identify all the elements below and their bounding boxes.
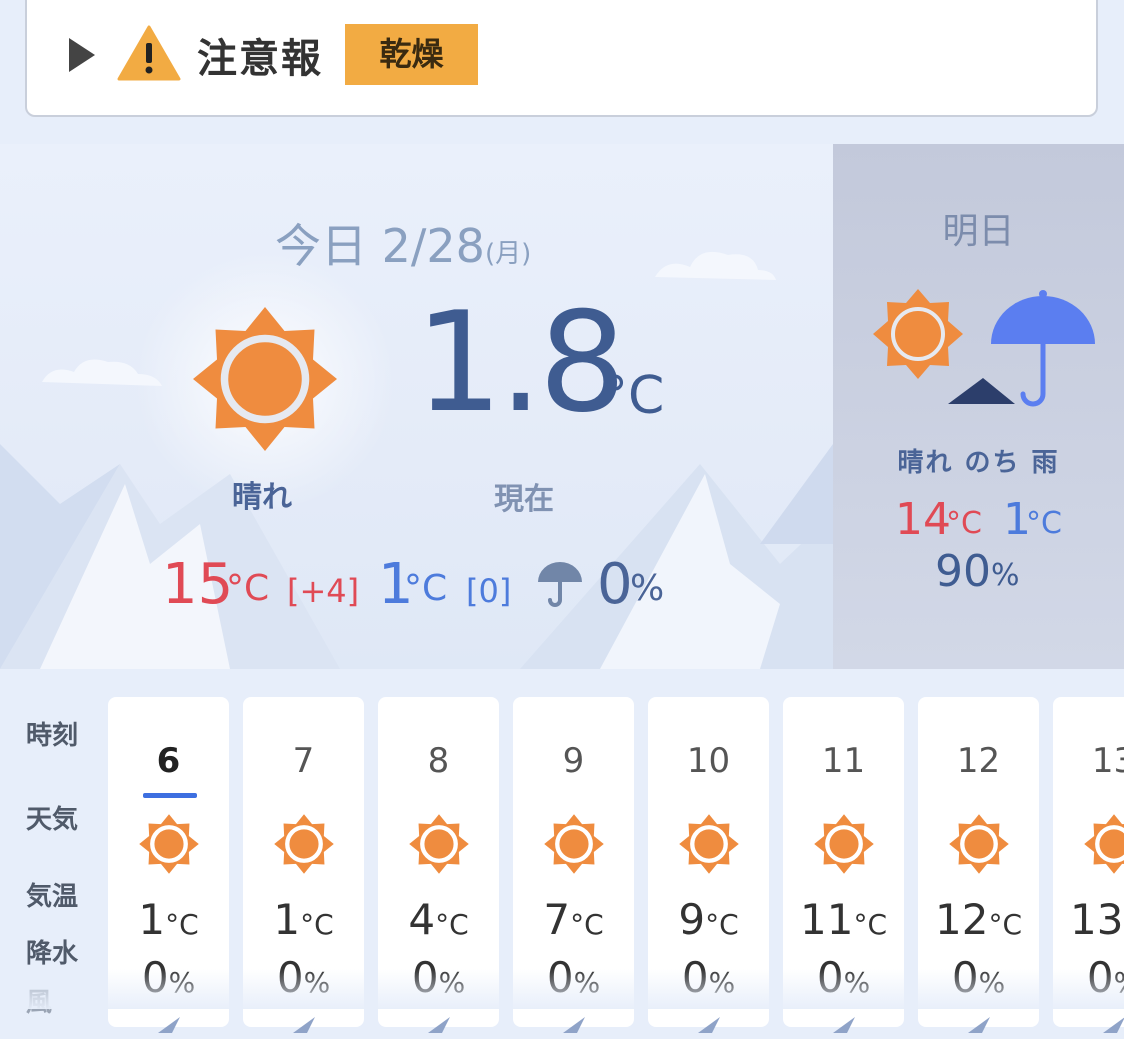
tomorrow-rain: 90 <box>935 546 991 597</box>
alert-card[interactable]: 注意報 乾燥 <box>25 0 1098 117</box>
today-rain: 0 <box>597 552 633 617</box>
sun-icon <box>948 813 1010 875</box>
today-label: 今日 <box>275 219 367 273</box>
alert-title: 注意報 <box>197 36 323 82</box>
today-high-unit: °C <box>226 568 270 609</box>
current-temperature: 1.8 <box>415 282 626 443</box>
sun-icon <box>193 307 337 451</box>
tomorrow-panel[interactable]: 明日 晴れ のち 雨 14 °C 1 °C 90 % <box>833 144 1124 669</box>
hour-temperature-unit: °C <box>988 908 1022 941</box>
today-rain-unit: % <box>630 568 665 609</box>
hour-temperature: 13°C <box>1053 895 1124 944</box>
weekday-text: (月) <box>484 239 532 269</box>
hour-label: 7 <box>292 741 315 781</box>
bottom-fade <box>0 969 1124 1009</box>
row-label-weather: 天気 <box>26 805 79 835</box>
sun-icon <box>543 813 605 875</box>
hour-label: 12 <box>956 741 1001 781</box>
sun-icon <box>273 813 335 875</box>
today-date: 今日 2/28(月) <box>275 210 531 276</box>
tomorrow-label: 明日 <box>942 211 1015 252</box>
hour-temperature: 1°C <box>138 895 199 944</box>
sun-icon <box>678 813 740 875</box>
today-weather-label: 晴れ <box>232 480 292 515</box>
today-low-unit: °C <box>404 568 448 609</box>
tomorrow-high-unit: °C <box>946 506 982 541</box>
tomorrow-low-unit: °C <box>1026 506 1062 541</box>
hour-temperature: 4°C <box>408 895 469 944</box>
wind-direction-icon <box>966 1015 992 1035</box>
sun-icon <box>1083 813 1124 875</box>
wind-direction-icon <box>156 1015 182 1035</box>
hour-temperature: 12°C <box>934 895 1022 944</box>
wind-direction-icon <box>426 1015 452 1035</box>
wind-direction-icon <box>831 1015 857 1035</box>
hour-temperature-unit: °C <box>570 908 604 941</box>
wind-direction-icon <box>1101 1015 1124 1035</box>
current-label: 現在 <box>494 482 554 517</box>
hour-temperature-unit: °C <box>705 908 739 941</box>
hour-label: 8 <box>427 741 450 781</box>
tomorrow-high: 14 <box>895 494 951 545</box>
wind-direction-icon <box>696 1015 722 1035</box>
hourly-forecast[interactable]: 時刻 天気 気温 降水 風 61°C0%71°C0%84°C0%97°C0%10… <box>0 669 1124 1033</box>
sun-icon <box>813 813 875 875</box>
row-label-time: 時刻 <box>26 721 79 751</box>
hour-temperature-unit: °C <box>165 908 199 941</box>
hour-temperature: 9°C <box>678 895 739 944</box>
tomorrow-weather-label: 晴れ のち 雨 <box>897 448 1060 478</box>
sun-icon <box>408 813 470 875</box>
today-panel: 今日 2/28(月) 晴れ 1.8 °C 現在 15 °C [+4] 1 °C … <box>0 144 833 669</box>
wind-direction-icon <box>561 1015 587 1035</box>
warning-icon <box>117 25 181 81</box>
tomorrow-rain-unit: % <box>991 558 1020 593</box>
current-temperature-unit: °C <box>602 366 665 426</box>
hour-temperature: 1°C <box>273 895 334 944</box>
hour-label: 6 <box>156 741 181 781</box>
today-high-diff: [+4] <box>287 572 360 610</box>
sun-icon <box>138 813 200 875</box>
today-high: 15 <box>162 552 234 617</box>
current-hour-indicator <box>143 793 197 798</box>
alert-badge[interactable]: 乾燥 <box>345 24 478 85</box>
today-low-diff: [0] <box>466 572 512 610</box>
date-text: 2/28 <box>381 219 485 273</box>
row-label-rain: 降水 <box>26 939 79 969</box>
wind-direction-icon <box>291 1015 317 1035</box>
hour-temperature-unit: °C <box>435 908 469 941</box>
hour-label: 10 <box>686 741 731 781</box>
hour-temperature: 7°C <box>543 895 604 944</box>
hour-label: 11 <box>821 741 866 781</box>
sun-then-rain-icon <box>873 289 1095 407</box>
row-label-temp: 気温 <box>26 882 79 912</box>
hour-label: 13 <box>1091 741 1124 781</box>
hour-label: 9 <box>562 741 585 781</box>
umbrella-icon <box>538 562 582 607</box>
hour-temperature: 11°C <box>799 895 887 944</box>
hour-temperature-unit: °C <box>300 908 334 941</box>
hour-temperature-unit: °C <box>853 908 887 941</box>
expand-arrow-icon[interactable] <box>69 38 95 72</box>
